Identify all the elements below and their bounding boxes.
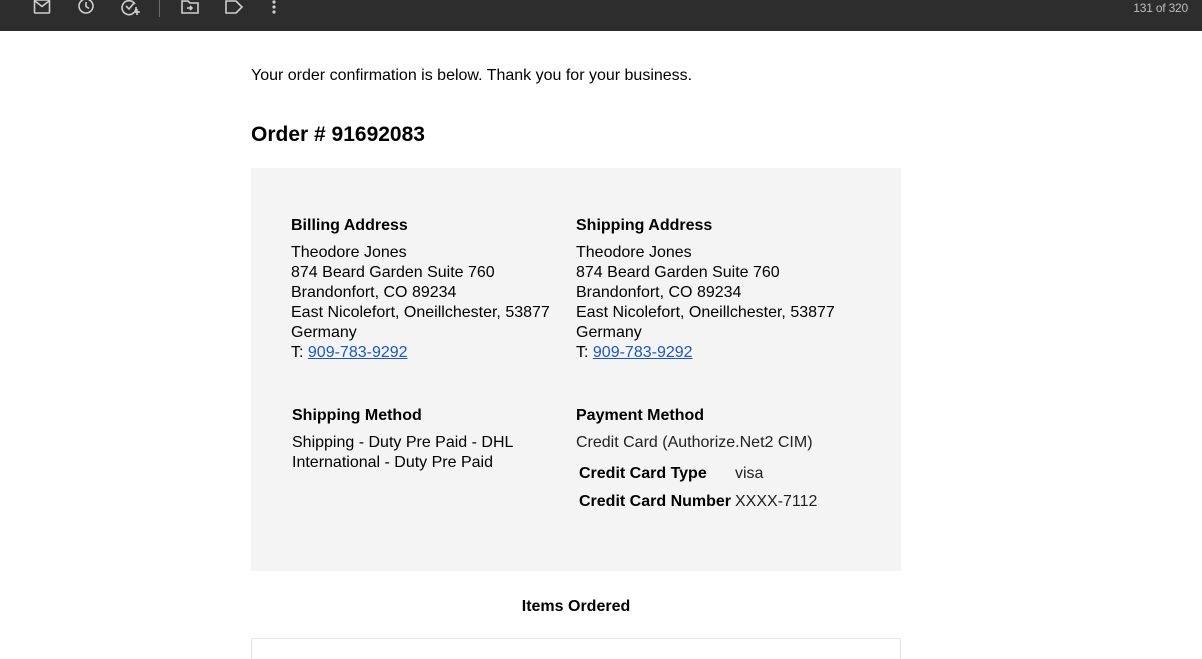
billing-phone-link[interactable]: 909-783-9292 xyxy=(308,344,408,361)
payment-method-title: Payment Method xyxy=(576,407,705,424)
items-ordered-heading: Items Ordered xyxy=(521,598,631,615)
shipping-phone-link[interactable]: 909-783-9292 xyxy=(593,344,693,361)
shipping-region: East Nicolefort, Oneillchester, 53877 xyxy=(576,304,835,321)
shipping-method-block: Shipping Method Shipping - Duty Pre Paid… xyxy=(292,406,513,473)
snooze-icon[interactable] xyxy=(75,0,97,16)
billing-phone-prefix: T: xyxy=(291,344,308,361)
card-type-row: Credit Card Type visa xyxy=(579,460,817,488)
billing-address-block: Billing Address Theodore Jones 874 Beard… xyxy=(291,216,550,363)
shipping-method-title: Shipping Method xyxy=(292,407,422,424)
add-task-icon[interactable] xyxy=(119,0,141,16)
billing-region: East Nicolefort, Oneillchester, 53877 xyxy=(291,304,550,321)
move-to-icon[interactable] xyxy=(179,0,201,16)
shipping-phone-prefix: T: xyxy=(576,344,593,361)
shipping-country: Germany xyxy=(576,324,642,341)
shipping-name: Theodore Jones xyxy=(576,244,692,261)
billing-city: Brandonfort, CO 89234 xyxy=(291,284,457,301)
payment-method-name: Credit Card (Authorize.Net2 CIM) xyxy=(576,434,813,451)
card-number-value: XXXX-7112 xyxy=(735,493,818,510)
shipping-phone-line: T: 909-783-9292 xyxy=(576,343,835,363)
card-type-value: visa xyxy=(735,465,764,482)
shipping-city: Brandonfort, CO 89234 xyxy=(576,284,742,301)
payment-method-block: Payment Method Credit Card (Authorize.Ne… xyxy=(576,406,817,516)
toolbar-separator xyxy=(159,0,160,17)
shipping-method-line2: International - Duty Pre Paid xyxy=(292,454,493,471)
label-icon[interactable] xyxy=(223,0,245,16)
shipping-street: 874 Beard Garden Suite 760 xyxy=(576,264,780,281)
billing-country: Germany xyxy=(291,324,357,341)
billing-name: Theodore Jones xyxy=(291,244,407,261)
order-title: Order # 91692083 xyxy=(251,123,425,146)
message-counter: 131 of 320 xyxy=(1133,1,1188,15)
billing-address-title: Billing Address xyxy=(291,217,408,234)
shipping-address-block: Shipping Address Theodore Jones 874 Bear… xyxy=(576,216,835,363)
billing-street: 874 Beard Garden Suite 760 xyxy=(291,264,495,281)
order-info-box: Billing Address Theodore Jones 874 Beard… xyxy=(251,168,901,571)
more-options-icon[interactable] xyxy=(263,0,285,16)
email-toolbar: 131 of 320 xyxy=(0,0,1202,31)
billing-phone-line: T: 909-783-9292 xyxy=(291,343,550,363)
intro-text: Your order confirmation is below. Thank … xyxy=(251,67,693,84)
shipping-method-line1: Shipping - Duty Pre Paid - DHL xyxy=(292,434,514,451)
card-type-label: Credit Card Type xyxy=(579,465,707,482)
shipping-address-title: Shipping Address xyxy=(576,217,713,234)
card-number-label: Credit Card Number xyxy=(579,493,732,510)
card-number-row: Credit Card Number XXXX-7112 xyxy=(579,488,817,516)
items-table xyxy=(251,638,901,659)
mark-unread-icon[interactable] xyxy=(31,0,53,16)
